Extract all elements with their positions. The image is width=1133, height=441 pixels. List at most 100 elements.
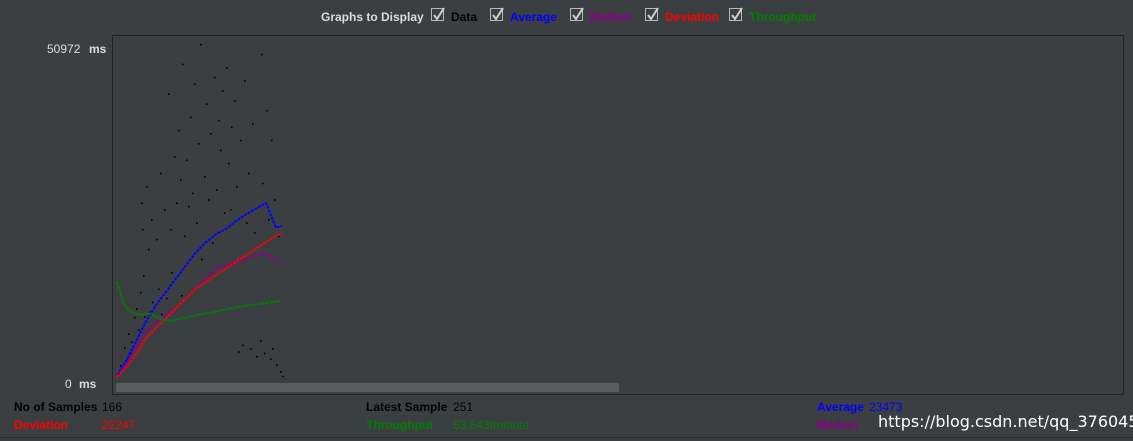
graph-plot-area bbox=[112, 35, 1124, 395]
data-point bbox=[128, 333, 130, 335]
data-point bbox=[201, 258, 203, 261]
data-point bbox=[148, 248, 150, 251]
throughput-series-line bbox=[116, 281, 283, 322]
graph-horizontal-scrollbar[interactable] bbox=[116, 383, 619, 392]
data-point bbox=[252, 123, 254, 125]
average-checkbox[interactable] bbox=[490, 7, 504, 21]
data-point bbox=[250, 347, 252, 350]
results-graph bbox=[116, 43, 284, 378]
data-checkbox-label[interactable]: Data bbox=[451, 10, 477, 24]
data-point bbox=[228, 162, 230, 165]
y-axis-max-unit: ms bbox=[89, 42, 107, 56]
data-point bbox=[271, 139, 273, 142]
data-checkbox[interactable] bbox=[431, 7, 445, 21]
samples-label: No of Samples bbox=[14, 400, 98, 414]
deviation-checkbox-label[interactable]: Deviation bbox=[665, 10, 719, 24]
data-point bbox=[231, 126, 233, 129]
bottom-divider bbox=[0, 437, 1133, 438]
data-point bbox=[198, 142, 200, 145]
data-point bbox=[136, 308, 138, 310]
data-point bbox=[161, 313, 163, 316]
data-point bbox=[238, 351, 240, 353]
deviation-series-line bbox=[116, 232, 283, 378]
data-point bbox=[254, 232, 256, 234]
data-point bbox=[206, 103, 208, 105]
data-point bbox=[276, 364, 278, 367]
data-point bbox=[131, 341, 133, 343]
data-point bbox=[178, 129, 180, 132]
graphs-to-display-bar: Graphs to Display Data Average Median De… bbox=[0, 0, 1133, 34]
data-point bbox=[280, 371, 282, 373]
data-point bbox=[264, 352, 266, 355]
data-point bbox=[212, 242, 214, 244]
data-point bbox=[196, 222, 198, 224]
data-point bbox=[140, 291, 142, 294]
data-point bbox=[240, 139, 242, 142]
median-label: Median bbox=[817, 418, 859, 432]
data-point bbox=[156, 238, 158, 241]
watermark-text: https://blog.csdn.net/qq_37604508 bbox=[878, 412, 1133, 431]
data-point bbox=[236, 185, 238, 188]
data-point bbox=[141, 202, 143, 205]
data-point bbox=[166, 297, 168, 300]
data-point bbox=[208, 199, 210, 201]
data-point bbox=[256, 355, 258, 358]
data-point bbox=[261, 53, 263, 56]
data-point bbox=[120, 365, 122, 367]
data-point bbox=[210, 133, 212, 135]
deviation-value: 22247 bbox=[102, 418, 136, 432]
data-point bbox=[188, 205, 190, 208]
throughput-checkbox[interactable] bbox=[729, 7, 743, 21]
data-point bbox=[244, 80, 246, 82]
average-checkbox-label[interactable]: Average bbox=[510, 10, 557, 24]
median-checkbox-label[interactable]: Median bbox=[590, 10, 631, 24]
throughput-checkbox-label[interactable]: Throughput bbox=[749, 10, 816, 24]
data-point bbox=[224, 212, 226, 215]
data-point bbox=[143, 275, 145, 277]
data-point bbox=[160, 172, 162, 175]
data-point bbox=[226, 66, 228, 69]
deviation-checkbox[interactable] bbox=[645, 7, 659, 21]
data-point bbox=[138, 329, 140, 332]
y-axis-max-label: 50972 bbox=[47, 42, 81, 56]
data-point bbox=[180, 179, 182, 181]
median-checkbox[interactable] bbox=[570, 7, 584, 21]
latest-sample-label: Latest Sample bbox=[366, 400, 448, 414]
data-point bbox=[274, 199, 276, 201]
y-axis-min-label: 0 bbox=[65, 377, 72, 391]
deviation-label: Deviation bbox=[14, 418, 69, 432]
data-point bbox=[268, 219, 270, 221]
data-point bbox=[192, 192, 194, 195]
data-point bbox=[234, 100, 236, 102]
average-label: Average bbox=[817, 400, 864, 414]
data-point bbox=[214, 76, 216, 79]
data-point bbox=[220, 149, 222, 152]
data-point bbox=[190, 116, 192, 119]
data-point bbox=[182, 63, 184, 66]
samples-value: 166 bbox=[102, 400, 123, 414]
data-point bbox=[222, 90, 224, 92]
data-point bbox=[151, 219, 153, 221]
data-point bbox=[124, 347, 126, 349]
throughput-label: Throughput bbox=[366, 418, 434, 432]
data-point bbox=[242, 344, 244, 347]
data-point bbox=[216, 189, 218, 191]
data-point bbox=[152, 301, 154, 304]
data-point bbox=[218, 119, 220, 122]
data-point bbox=[282, 375, 284, 378]
data-point bbox=[200, 43, 202, 46]
data-point bbox=[142, 228, 144, 231]
data-point bbox=[270, 358, 272, 361]
data-point bbox=[181, 295, 183, 297]
data-point bbox=[186, 159, 188, 162]
data-point bbox=[170, 228, 172, 231]
data-point bbox=[230, 209, 232, 211]
data-point bbox=[266, 109, 268, 112]
data-point bbox=[246, 222, 248, 224]
data-point bbox=[184, 235, 186, 238]
data-point bbox=[164, 209, 166, 211]
data-point bbox=[272, 347, 274, 350]
data-point bbox=[174, 156, 176, 158]
data-point bbox=[176, 202, 178, 205]
data-point bbox=[134, 316, 136, 319]
